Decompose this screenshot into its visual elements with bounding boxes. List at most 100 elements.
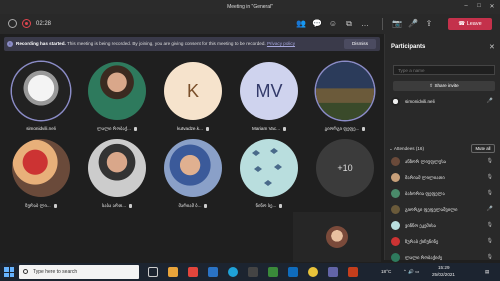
taskbar-search-placeholder: Type here to search	[33, 269, 78, 275]
mic-off-icon[interactable]: 🎙	[487, 254, 493, 260]
attendee-row[interactable]: ვინნო ეკემისა 🎙	[391, 220, 495, 232]
participants-panel: Participants ✕ ⇧ Share invite simonidvil…	[384, 34, 500, 278]
edge-icon[interactable]	[228, 267, 238, 277]
teams-icon[interactable]	[328, 267, 338, 277]
participants-icon[interactable]: 👥	[296, 19, 306, 29]
reactions-icon[interactable]: ☺	[328, 19, 338, 29]
avatar	[391, 173, 400, 182]
panel-title: Participants	[391, 44, 426, 50]
mic-icon	[129, 203, 133, 208]
mail-icon[interactable]	[208, 267, 218, 277]
participant-tile[interactable]: გიორგი ფეფე...	[307, 62, 383, 132]
tile-name: ლალი რობაქ...	[97, 126, 131, 131]
shield-icon	[8, 19, 17, 28]
participant-tile[interactable]: მარიამ ბ...	[155, 139, 231, 209]
tile-name: simonidvili.neli	[26, 126, 56, 131]
mic-off-icon[interactable]: 🎙	[487, 158, 493, 164]
tile-name: ნინო სე...	[255, 203, 277, 208]
opera-icon[interactable]	[188, 267, 198, 277]
mic-off-icon[interactable]: 🎙	[487, 190, 493, 196]
participant-tile[interactable]: საბა ართ...	[79, 139, 155, 209]
maximize-icon[interactable]: □	[475, 3, 483, 11]
participant-tile[interactable]: K kutvadze.k...	[155, 62, 231, 131]
attendee-name: ანზორ ლიუფლუსა	[405, 159, 447, 164]
attendee-name: ლალი რობაქიძე	[405, 255, 443, 260]
powerpoint-icon[interactable]	[348, 267, 358, 277]
avatar	[88, 62, 146, 120]
avatar	[164, 139, 222, 197]
avatar	[12, 62, 70, 120]
camera-off-icon[interactable]: 📷	[392, 19, 402, 29]
photos-icon[interactable]	[268, 267, 278, 277]
temperature[interactable]: 18°C	[381, 269, 391, 274]
rooms-icon[interactable]: ⧉	[344, 19, 354, 29]
store-icon[interactable]	[248, 267, 258, 277]
organizer-row[interactable]: simonidvili.neli 🎤	[391, 96, 495, 108]
close-icon[interactable]: ✕	[489, 43, 495, 51]
tile-name: ზურაბ ლი...	[25, 203, 51, 208]
mic-icon[interactable]: 🎤	[487, 98, 493, 104]
avatar	[316, 62, 374, 120]
more-options-icon[interactable]: …	[360, 19, 370, 29]
participant-tile[interactable]: MV Mariam Vac...	[231, 62, 307, 131]
clock-time[interactable]: 15:29	[438, 265, 450, 270]
tile-name: kutvadze.k...	[177, 126, 203, 131]
notifications-icon[interactable]: ▤	[485, 269, 489, 275]
attendee-row[interactable]: ბახორია ფეფელა 🎙	[391, 188, 495, 200]
minimize-icon[interactable]: –	[462, 3, 470, 11]
privacy-policy-link[interactable]: Privacy policy	[267, 41, 295, 46]
attendee-name: გიორგი ფეფელაშვილი	[405, 207, 458, 212]
tile-name: გიორგი ფეფე...	[324, 126, 360, 131]
file-explorer-icon[interactable]	[168, 267, 178, 277]
attendee-row[interactable]: მარიამ ლილიათი 🎙	[391, 172, 495, 184]
title-bar: Meeting in "General" – □ ✕	[0, 0, 500, 14]
overflow-count: +10	[337, 163, 353, 173]
invite-search-input[interactable]	[393, 65, 495, 75]
attendee-name: მარიამ ლილიათი	[405, 175, 445, 180]
mute-all-button[interactable]: Mute all	[471, 144, 495, 153]
attendee-row[interactable]: ზურაბ ქიჩუნინე 🎙	[391, 236, 495, 248]
participant-tile[interactable]: ლალი რობაქ...	[79, 62, 155, 132]
overflow-tile[interactable]: +10	[307, 139, 383, 197]
banner-text: This meeting is being recorded. By joini…	[66, 41, 266, 46]
mic-icon	[283, 126, 286, 131]
organizer-name: simonidvili.neli	[405, 99, 435, 104]
attendees-header[interactable]: ⌄ Attendees (16)	[389, 146, 424, 152]
avatar	[88, 139, 146, 197]
mic-off-icon[interactable]: 🎙	[487, 222, 493, 228]
avatar	[391, 253, 400, 262]
tray-icons[interactable]: ⌃ 🔊 ▭	[403, 269, 419, 275]
mic-off-icon[interactable]: 🎙	[487, 238, 493, 244]
task-view-icon[interactable]	[148, 267, 158, 277]
chat-icon[interactable]: 💬	[312, 19, 322, 29]
tile-name: Mariam Vac...	[252, 126, 280, 131]
taskbar-search[interactable]: Type here to search	[19, 265, 139, 279]
mic-icon	[362, 126, 366, 131]
search-icon	[23, 269, 28, 274]
chrome-icon[interactable]	[308, 267, 318, 277]
toolbar-divider	[382, 18, 383, 30]
attendee-row[interactable]: გიორგი ფეფელაშვილი 🎤	[391, 204, 495, 216]
meeting-toolbar: 02:28 👥 💬 ☺ ⧉ … 📷 🎤 ⇪ ☎ Leave	[0, 14, 500, 34]
mic-icon[interactable]: 🎤	[487, 206, 493, 212]
clock-date[interactable]: 25/02/2021	[432, 272, 455, 277]
banner-bold: Recording has started.	[16, 41, 66, 46]
share-invite-button[interactable]: ⇧ Share invite	[393, 81, 495, 91]
avatar	[391, 97, 400, 106]
self-view[interactable]	[293, 212, 381, 262]
window-title: Meeting in "General"	[227, 4, 273, 10]
participant-tile[interactable]: ზურაბ ლი...	[3, 139, 79, 209]
avatar-initials: MV	[255, 81, 283, 101]
attendee-row[interactable]: ანზორ ლიუფლუსა 🎙	[391, 156, 495, 168]
avatar-initials: K	[186, 81, 199, 101]
windows-start-icon[interactable]	[4, 267, 14, 277]
dismiss-button[interactable]: Dismiss	[344, 39, 376, 49]
word-icon[interactable]	[288, 267, 298, 277]
share-screen-icon[interactable]: ⇪	[424, 19, 434, 29]
mic-off-icon[interactable]: 🎤	[408, 19, 418, 29]
leave-button[interactable]: ☎ Leave	[448, 18, 492, 30]
mic-off-icon[interactable]: 🎙	[487, 174, 493, 180]
participant-tile[interactable]: simonidvili.neli	[3, 62, 79, 131]
participant-tile[interactable]: ნინო სე...	[231, 139, 307, 209]
close-window-icon[interactable]: ✕	[488, 3, 496, 11]
